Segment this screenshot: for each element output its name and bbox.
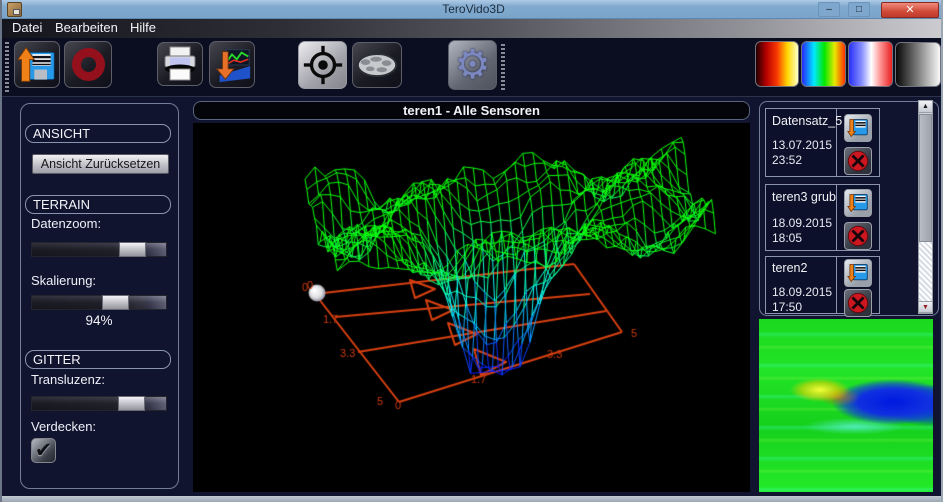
save-down-icon	[847, 192, 869, 214]
record-button[interactable]	[64, 41, 112, 88]
gear-icon: ⚙	[455, 45, 491, 85]
delete-icon	[846, 224, 870, 248]
datenzoom-slider[interactable]	[31, 242, 167, 257]
skalierung-slider[interactable]	[31, 295, 167, 310]
menu-bearbeiten[interactable]: Bearbeiten	[55, 20, 118, 35]
dataset-name: teren2	[772, 261, 807, 275]
menu-bar: Datei Bearbeiten Hilfe	[2, 19, 943, 38]
title-bar: TeroVido3D – □ ✕	[2, 0, 943, 19]
item-divider	[836, 257, 837, 313]
toolbar-grip-2[interactable]	[501, 44, 505, 90]
transluzenz-slider-handle[interactable]	[118, 396, 145, 411]
export-image-icon	[211, 44, 253, 86]
dataset-delete-button[interactable]	[844, 289, 872, 317]
verdecken-label: Verdecken:	[31, 419, 96, 434]
dataset-item[interactable]: Datensatz_5 13.07.2015 23:52	[765, 108, 880, 177]
scrollbar-thumb[interactable]	[919, 114, 932, 242]
palette-heat-button[interactable]	[755, 41, 799, 87]
palette-rainbow-button[interactable]	[801, 41, 846, 87]
group-ansicht: ANSICHT	[25, 124, 171, 143]
group-terrain: TERRAIN	[25, 195, 171, 214]
transluzenz-label: Transluzenz:	[31, 372, 105, 387]
menu-hilfe[interactable]: Hilfe	[130, 20, 156, 35]
settings-button[interactable]: ⚙	[448, 40, 497, 90]
dataset-time: 23:52	[772, 153, 802, 167]
terrain-wireframe-canvas[interactable]	[193, 123, 750, 492]
record-icon	[72, 48, 105, 81]
skalierung-label: Skalierung:	[31, 273, 96, 288]
transluzenz-slider[interactable]	[31, 396, 167, 411]
globe-button[interactable]	[352, 42, 402, 88]
group-gitter: GITTER	[25, 350, 171, 369]
dataset-delete-button[interactable]	[844, 222, 872, 250]
toolbar-grip[interactable]	[5, 42, 9, 92]
viewport-3d[interactable]	[193, 123, 750, 492]
delete-icon	[846, 149, 870, 173]
scroll-down-arrow[interactable]: ▼	[919, 301, 932, 313]
dataset-save-button[interactable]	[844, 189, 872, 217]
delete-icon	[846, 291, 870, 315]
print-icon	[160, 44, 200, 84]
crosshair-button[interactable]	[298, 41, 347, 89]
save-export-button[interactable]	[14, 41, 60, 88]
save-down-icon	[847, 262, 869, 284]
dataset-time: 18:05	[772, 231, 802, 245]
palette-gray-button[interactable]	[895, 42, 941, 87]
toolbar: ⚙	[2, 38, 943, 97]
datenzoom-label: Datenzoom:	[31, 216, 101, 231]
dataset-save-button[interactable]	[844, 259, 872, 287]
skalierung-slider-handle[interactable]	[102, 295, 129, 310]
globe-icon	[354, 45, 400, 85]
close-button[interactable]: ✕	[881, 2, 939, 18]
save-export-icon	[17, 45, 57, 85]
verdecken-checkbox[interactable]: ✔	[31, 438, 56, 463]
item-divider	[836, 185, 837, 250]
dataset-date: 13.07.2015	[772, 138, 832, 152]
dataset-save-button[interactable]	[844, 114, 872, 142]
dataset-item[interactable]: teren2 18.09.2015 17:50	[765, 256, 880, 314]
dataset-date: 18.09.2015	[772, 216, 832, 230]
dataset-name: Datensatz_5	[772, 114, 842, 128]
scrollbar-track[interactable]	[919, 242, 932, 303]
maximize-button[interactable]: □	[848, 2, 870, 17]
left-panel: ANSICHT Ansicht Zurücksetzen TERRAIN Dat…	[20, 103, 179, 489]
print-button[interactable]	[157, 42, 203, 86]
skalierung-value: 94%	[31, 313, 167, 328]
menu-datei[interactable]: Datei	[12, 20, 42, 35]
scroll-up-arrow[interactable]: ▲	[919, 101, 932, 113]
viewport-title: teren1 - Alle Sensoren	[193, 101, 750, 120]
window-bottom-frame	[2, 496, 943, 502]
palette-bwr-button[interactable]	[848, 41, 893, 87]
dataset-item[interactable]: teren3 grub 18.09.2015 18:05	[765, 184, 880, 251]
reset-view-button[interactable]: Ansicht Zurücksetzen	[32, 154, 169, 174]
datenzoom-slider-handle[interactable]	[119, 242, 146, 257]
dataset-date: 18.09.2015	[772, 285, 832, 299]
export-image-button[interactable]	[209, 41, 255, 88]
crosshair-icon	[301, 43, 345, 87]
minimize-button[interactable]: –	[818, 2, 840, 17]
save-down-icon	[847, 117, 869, 139]
dataset-time: 17:50	[772, 300, 802, 314]
dataset-scrollbar[interactable]: ▲ ▼	[918, 100, 933, 314]
dataset-delete-button[interactable]	[844, 147, 872, 175]
dataset-name: teren3 grub	[772, 190, 836, 204]
heatmap-preview[interactable]	[759, 319, 933, 492]
app-window: TeroVido3D – □ ✕ Datei Bearbeiten Hilfe	[0, 0, 943, 502]
window-title: TeroVido3D	[2, 2, 943, 16]
